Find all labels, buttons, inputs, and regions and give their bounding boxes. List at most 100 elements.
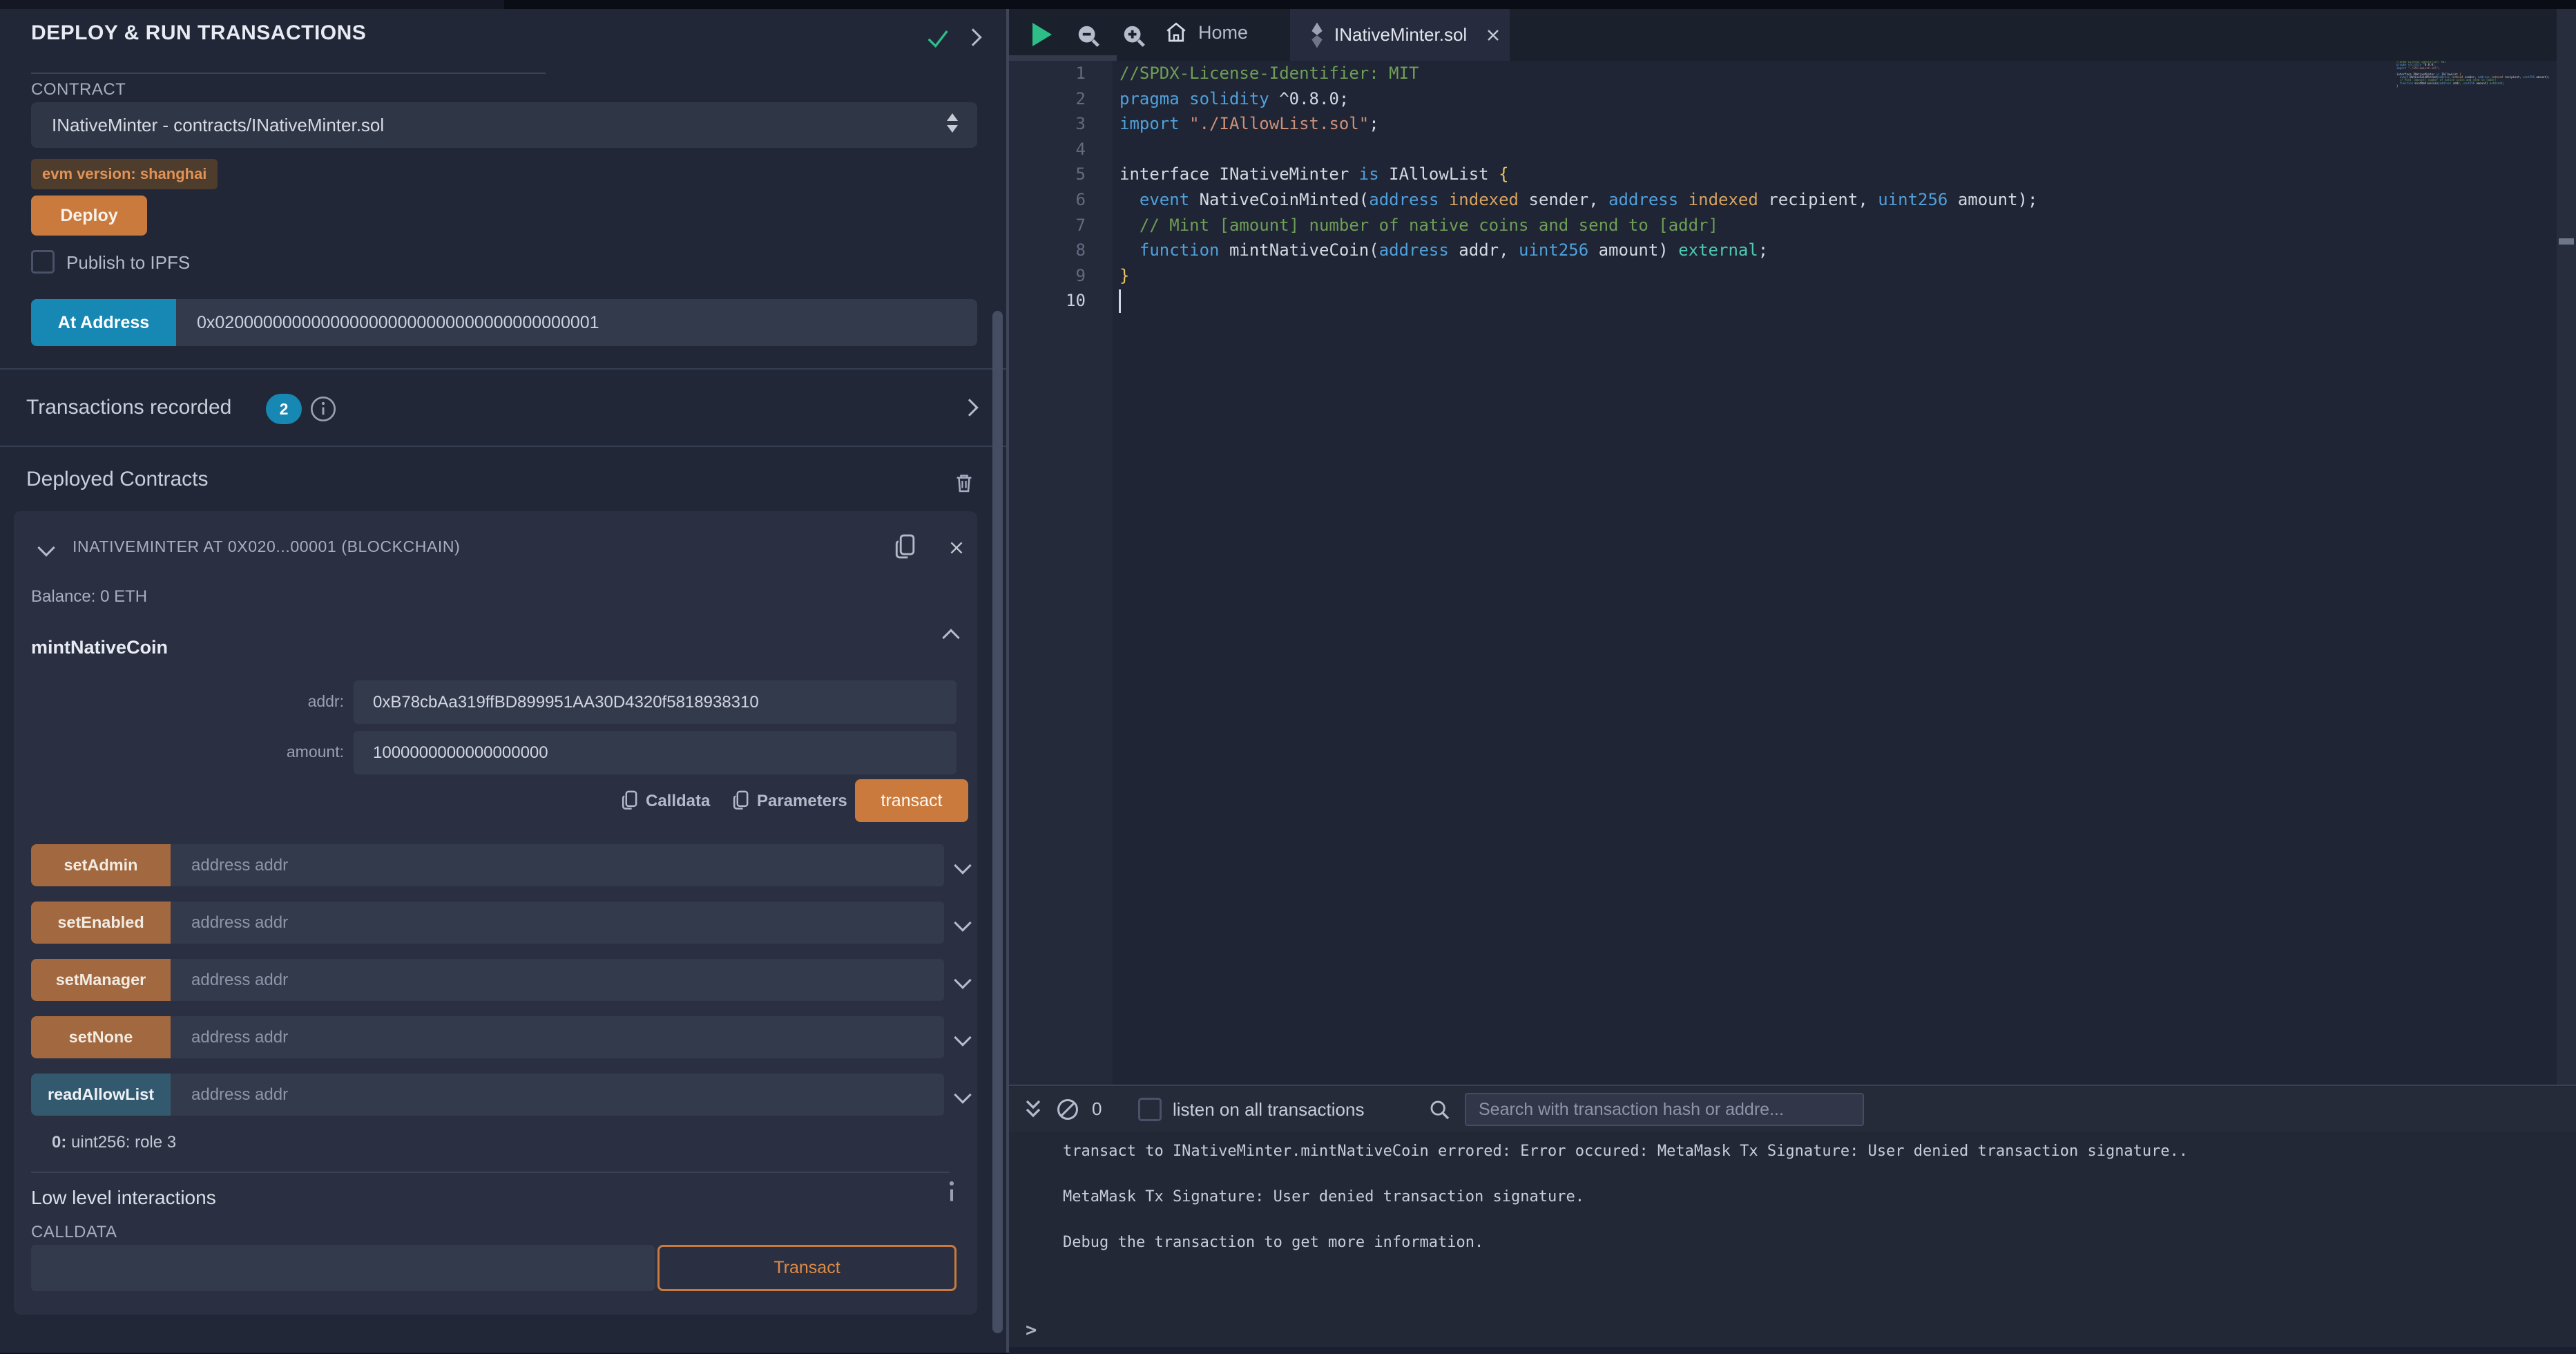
- low-level-calldata-input[interactable]: [31, 1245, 655, 1291]
- terminal-log-line: transact to INativeMinter.mintNativeCoin…: [1063, 1141, 2188, 1162]
- terminal-search-input[interactable]: [1465, 1093, 1864, 1126]
- tab-home[interactable]: Home: [1164, 20, 1248, 45]
- function-row: setAdmin: [31, 844, 970, 886]
- setNone-button[interactable]: setNone: [31, 1016, 171, 1058]
- transactions-recorded-section[interactable]: Transactions recorded 2: [0, 368, 1006, 447]
- setEnabled-button[interactable]: setEnabled: [31, 902, 171, 944]
- publish-ipfs-checkbox[interactable]: [31, 250, 55, 274]
- zoom-out-icon[interactable]: [1075, 23, 1102, 49]
- chevron-down-icon[interactable]: [954, 914, 971, 931]
- clear-console-ban-icon[interactable]: [1055, 1097, 1080, 1122]
- code-line: interface INativeMinter is IAllowList {: [1119, 162, 2037, 187]
- low-level-info-icon: [943, 1180, 961, 1203]
- contract-label: CONTRACT: [31, 80, 126, 99]
- addr-field-input[interactable]: [354, 680, 957, 724]
- chevron-down-icon[interactable]: [954, 857, 971, 874]
- chevron-down-icon[interactable]: [954, 1029, 971, 1046]
- function-row: setEnabled: [31, 902, 970, 944]
- at-address-button[interactable]: At Address: [31, 299, 176, 346]
- setNone-input[interactable]: [171, 1016, 944, 1058]
- line-numbers: 12345678910: [1009, 61, 1086, 314]
- trash-icon[interactable]: [952, 470, 977, 495]
- line-number: 10: [1009, 288, 1086, 314]
- setEnabled-input[interactable]: [171, 902, 944, 944]
- expand-transactions-chevron-icon[interactable]: [961, 399, 978, 416]
- amount-field-input[interactable]: [354, 731, 957, 774]
- setAdmin-button[interactable]: setAdmin: [31, 844, 171, 886]
- line-number: 6: [1009, 187, 1086, 213]
- line-number: 3: [1009, 111, 1086, 137]
- terminal-output[interactable]: transact to INativeMinter.mintNativeCoin…: [1063, 1141, 2188, 1278]
- code-line: [1119, 288, 2037, 314]
- code-line: import "./IAllowList.sol";: [1119, 111, 2037, 137]
- transactions-recorded-label: Transactions recorded: [26, 396, 231, 419]
- remove-contract-close-icon[interactable]: [948, 539, 965, 557]
- function-row: setManager: [31, 959, 970, 1001]
- copy-calldata-icon[interactable]: [619, 789, 640, 812]
- transact-button[interactable]: transact: [855, 779, 968, 822]
- code-editor: Home INativeMinter.sol 12345678910 //SPD…: [1009, 9, 2576, 1085]
- collapse-contract-chevron-icon[interactable]: [37, 539, 55, 556]
- deployed-contract-card: INATIVEMINTER AT 0X020...00001 (BLOCKCHA…: [14, 511, 977, 1315]
- editor-minimap[interactable]: //SPDX-License-Identifier: MITpragma sol…: [2390, 61, 2557, 109]
- copy-address-icon[interactable]: [892, 532, 919, 562]
- code-line: event NativeCoinMinted(address indexed s…: [1119, 187, 2037, 213]
- deploy-run-panel: DEPLOY & RUN TRANSACTIONS CONTRACT INati…: [0, 9, 1006, 1353]
- collapse-function-chevron-icon[interactable]: [942, 629, 959, 646]
- calldata-copy-label[interactable]: Calldata: [646, 792, 710, 811]
- tab-inativeminter-label: INativeMinter.sol: [1334, 24, 1467, 46]
- card-divider: [31, 1172, 950, 1173]
- collapse-terminal-double-chevron-icon[interactable]: [1021, 1096, 1046, 1123]
- read-allowlist-output: 0: uint256: role 3: [52, 1133, 176, 1152]
- calldata-label: CALLDATA: [31, 1223, 117, 1242]
- contract-select-value: INativeMinter - contracts/INativeMinter.…: [52, 115, 384, 135]
- function-rows: setAdmin setEnabled setManager setNone readA…: [31, 844, 970, 1131]
- line-number: 2: [1009, 86, 1086, 112]
- listen-transactions-label[interactable]: listen on all transactions: [1173, 1099, 1364, 1121]
- solidity-file-icon: [1308, 21, 1326, 49]
- setManager-button[interactable]: setManager: [31, 959, 171, 1001]
- run-script-play-icon[interactable]: [1032, 23, 1052, 46]
- setAdmin-input[interactable]: [171, 844, 944, 886]
- line-number: 4: [1009, 137, 1086, 162]
- overview-ruler[interactable]: [2557, 9, 2576, 1085]
- close-tab-icon[interactable]: [1485, 27, 1501, 44]
- collapse-panel-chevron-icon[interactable]: [964, 28, 981, 46]
- terminal-bottom-edge: [1009, 1347, 2576, 1354]
- code-line: pragma solidity ^0.8.0;: [1119, 86, 2037, 112]
- line-number: 8: [1009, 238, 1086, 263]
- code-line: //SPDX-License-Identifier: MIT: [1119, 61, 2037, 86]
- mintnativecoin-function-label: mintNativeCoin: [31, 637, 168, 658]
- pending-tx-count: 0: [1092, 1098, 1102, 1120]
- code-content[interactable]: //SPDX-License-Identifier: MITpragma sol…: [1119, 61, 2037, 314]
- deploy-button[interactable]: Deploy: [31, 196, 147, 236]
- terminal-log-line: Debug the transaction to get more inform…: [1063, 1232, 2188, 1253]
- chevron-down-icon[interactable]: [954, 971, 971, 989]
- ruler-cursor-mark: [2559, 238, 2574, 245]
- output-index: 0:: [52, 1133, 66, 1152]
- parameters-copy-label[interactable]: Parameters: [757, 792, 847, 811]
- amount-field-label: amount:: [221, 743, 344, 761]
- terminal-log-line: MetaMask Tx Signature: User denied trans…: [1063, 1187, 2188, 1208]
- terminal-prompt[interactable]: >: [1026, 1319, 1037, 1341]
- readAllowList-button[interactable]: readAllowList: [31, 1074, 171, 1116]
- tab-inativeminter[interactable]: INativeMinter.sol: [1290, 9, 1510, 61]
- at-address-input[interactable]: [176, 299, 977, 346]
- code-line: }: [1119, 263, 2037, 289]
- low-level-transact-button[interactable]: Transact: [657, 1245, 957, 1291]
- setManager-input[interactable]: [171, 959, 944, 1001]
- chevron-down-icon[interactable]: [954, 1086, 971, 1103]
- zoom-in-icon[interactable]: [1121, 23, 1147, 49]
- evm-version-badge: evm version: shanghai: [31, 159, 218, 189]
- transactions-count-badge: 2: [266, 394, 302, 424]
- listen-transactions-checkbox[interactable]: [1138, 1098, 1162, 1121]
- select-arrows-icon: [947, 113, 958, 133]
- copy-parameters-icon[interactable]: [731, 789, 751, 812]
- panel-scrollbar[interactable]: [992, 311, 1003, 1333]
- search-icon: [1428, 1098, 1452, 1122]
- contract-select[interactable]: INativeMinter - contracts/INativeMinter.…: [31, 102, 977, 148]
- contract-balance: Balance: 0 ETH: [31, 587, 147, 607]
- readAllowList-input[interactable]: [171, 1074, 944, 1116]
- deployed-contracts-header: Deployed Contracts: [26, 468, 208, 491]
- line-number: 5: [1009, 162, 1086, 187]
